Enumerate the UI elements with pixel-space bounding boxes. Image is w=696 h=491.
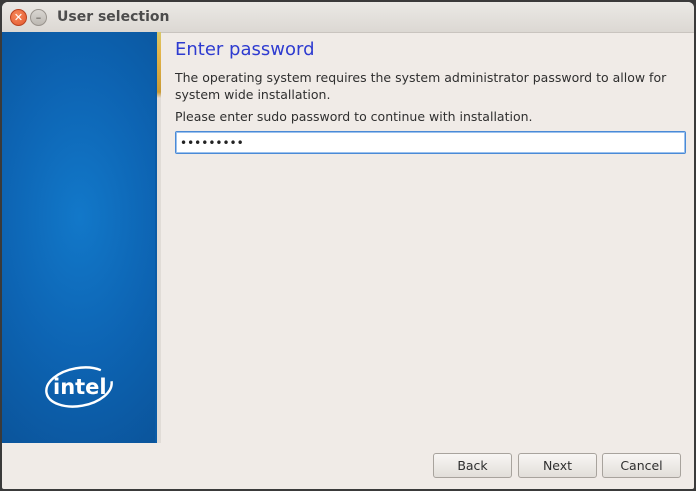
next-button[interactable]: Next <box>518 453 597 478</box>
cancel-button[interactable]: Cancel <box>602 453 681 478</box>
intel-logo: intel <box>42 362 116 416</box>
sidebar-edge-decoration <box>157 32 161 443</box>
back-button[interactable]: Back <box>433 453 512 478</box>
title-bar[interactable]: ✕ – User selection <box>2 2 694 33</box>
installer-window: ✕ – User selection intel Enter password … <box>2 2 694 489</box>
next-button-label: Next <box>542 458 573 473</box>
description-text: The operating system requires the system… <box>175 70 667 102</box>
cancel-button-label: Cancel <box>620 458 663 473</box>
intel-logo-text: intel <box>53 375 107 399</box>
minimize-icon: – <box>35 11 42 24</box>
password-field[interactable] <box>175 131 686 154</box>
window-title: User selection <box>57 9 170 25</box>
minimize-window-button[interactable]: – <box>30 9 47 26</box>
page-title: Enter password <box>175 39 315 60</box>
close-window-button[interactable]: ✕ <box>10 9 27 26</box>
back-button-label: Back <box>457 458 488 473</box>
password-prompt-label: Please enter sudo password to continue w… <box>175 109 533 124</box>
close-icon: ✕ <box>13 11 24 24</box>
